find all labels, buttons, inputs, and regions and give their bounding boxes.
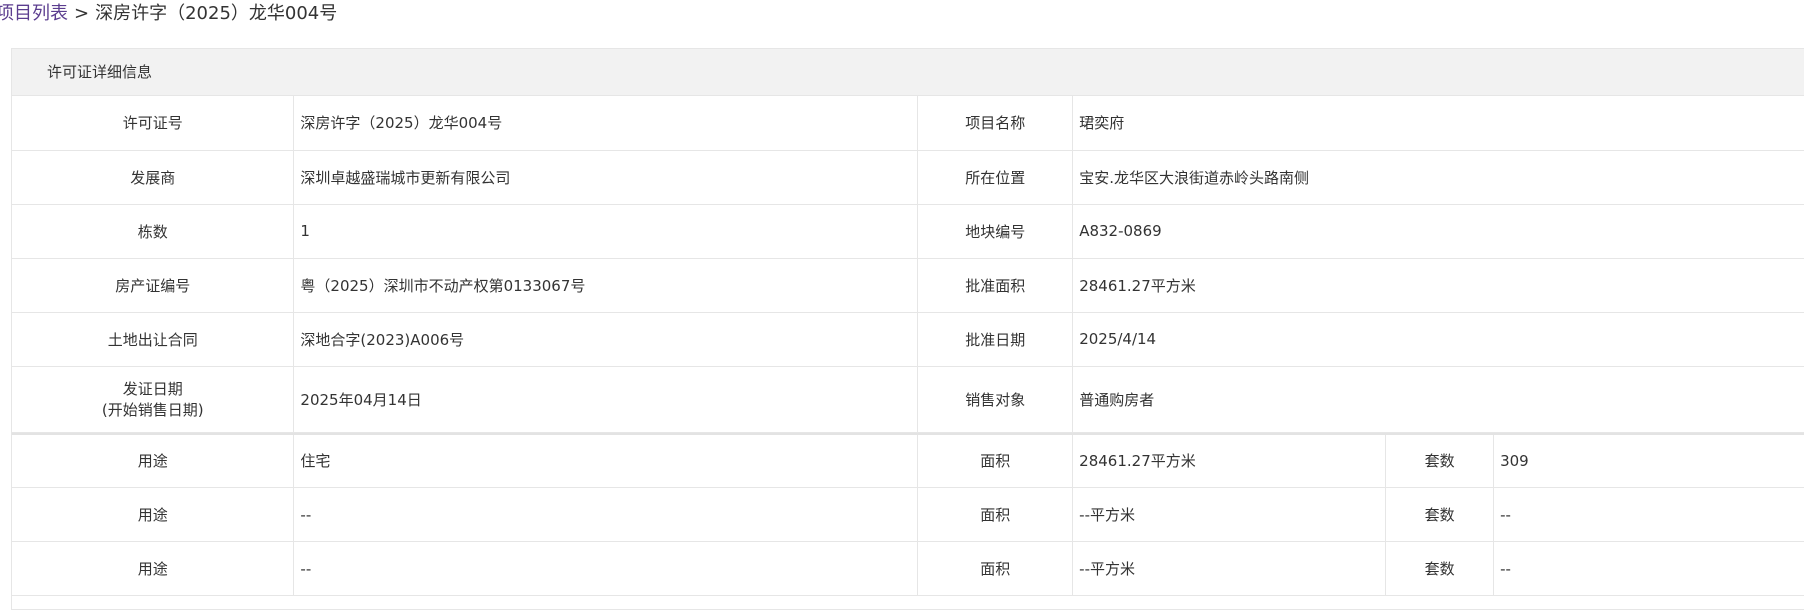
permit-detail-panel: 许可证详细信息 许可证号 深房许字（2025）龙华004号 项目名称 珺奕府 发…: [11, 48, 1804, 610]
table-row: 发展商 深圳卓越盛瑞城市更新有限公司 所在位置 宝安.龙华区大浪街道赤岭头路南侧: [12, 150, 1804, 205]
breadcrumb-separator: >: [74, 3, 90, 24]
usage-value: --: [293, 541, 919, 596]
unit-count-label: 套数: [1385, 541, 1495, 596]
approval-date-label: 批准日期: [917, 312, 1074, 367]
table-row: 土地出让合同 深地合字(2023)A006号 批准日期 2025/4/14: [12, 312, 1804, 367]
area-label: 面积: [917, 541, 1074, 596]
issue-date-label-line1: 发证日期: [122, 380, 183, 398]
usage-value: --: [293, 487, 919, 542]
issue-date-value: 2025年04月14日: [293, 366, 919, 433]
usage-table: 用途 住宅 面积 28461.27平方米 套数 309 用途 -- 面积 --平…: [12, 432, 1804, 596]
approval-date-value: 2025/4/14: [1072, 312, 1804, 367]
breadcrumb-project-list-link[interactable]: 项目列表: [0, 3, 68, 24]
breadcrumb-current: 深房许字（2025）龙华004号: [95, 3, 338, 24]
permit-number-label: 许可证号: [12, 96, 295, 151]
area-value: 28461.27平方米: [1072, 433, 1387, 488]
area-value: --平方米: [1072, 487, 1387, 542]
land-contract-label: 土地出让合同: [12, 312, 295, 367]
project-name-value: 珺奕府: [1072, 96, 1804, 151]
breadcrumb: 项目列表 > 深房许字（2025）龙华004号: [0, 0, 337, 28]
usage-value: 住宅: [293, 433, 919, 488]
table-row: 发证日期 (开始销售日期) 2025年04月14日 销售对象 普通购房者: [12, 366, 1804, 433]
property-cert-value: 粤（2025）深圳市不动产权第0133067号: [293, 258, 919, 313]
area-value: --平方米: [1072, 541, 1387, 596]
unit-count-label: 套数: [1385, 433, 1495, 488]
table-row: 栋数 1 地块编号 A832-0869: [12, 204, 1804, 259]
property-cert-label: 房产证编号: [12, 258, 295, 313]
project-name-label: 项目名称: [917, 96, 1074, 151]
area-label: 面积: [917, 433, 1074, 488]
table-row: 用途 -- 面积 --平方米 套数 --: [12, 487, 1804, 542]
unit-count-label: 套数: [1385, 487, 1495, 542]
table-row: 房产证编号 粤（2025）深圳市不动产权第0133067号 批准面积 28461…: [12, 258, 1804, 313]
unit-count-value: 309: [1493, 433, 1804, 488]
sale-target-label: 销售对象: [917, 366, 1074, 433]
usage-label: 用途: [12, 487, 295, 542]
unit-count-value: --: [1493, 487, 1804, 542]
plot-number-label: 地块编号: [917, 204, 1074, 259]
approved-area-label: 批准面积: [917, 258, 1074, 313]
permit-detail-table: 许可证号 深房许字（2025）龙华004号 项目名称 珺奕府 发展商 深圳卓越盛…: [12, 96, 1804, 433]
usage-label: 用途: [12, 433, 295, 488]
issue-date-label: 发证日期 (开始销售日期): [12, 366, 295, 433]
table-row: 许可证号 深房许字（2025）龙华004号 项目名称 珺奕府: [12, 96, 1804, 151]
permit-number-value: 深房许字（2025）龙华004号: [293, 96, 919, 151]
sale-target-value: 普通购房者: [1072, 366, 1804, 433]
area-label: 面积: [917, 487, 1074, 542]
table-row: 用途 住宅 面积 28461.27平方米 套数 309: [12, 433, 1804, 488]
plot-number-value: A832-0869: [1072, 204, 1804, 259]
unit-count-value: --: [1493, 541, 1804, 596]
issue-date-label-line2: (开始销售日期): [101, 401, 204, 419]
location-value: 宝安.龙华区大浪街道赤岭头路南侧: [1072, 150, 1804, 205]
developer-value: 深圳卓越盛瑞城市更新有限公司: [293, 150, 919, 205]
developer-label: 发展商: [12, 150, 295, 205]
building-count-label: 栋数: [12, 204, 295, 259]
land-contract-value: 深地合字(2023)A006号: [293, 312, 919, 367]
usage-label: 用途: [12, 541, 295, 596]
building-count-value: 1: [293, 204, 919, 259]
approved-area-value: 28461.27平方米: [1072, 258, 1804, 313]
location-label: 所在位置: [917, 150, 1074, 205]
panel-title: 许可证详细信息: [12, 49, 1804, 96]
table-row: 用途 -- 面积 --平方米 套数 --: [12, 541, 1804, 596]
